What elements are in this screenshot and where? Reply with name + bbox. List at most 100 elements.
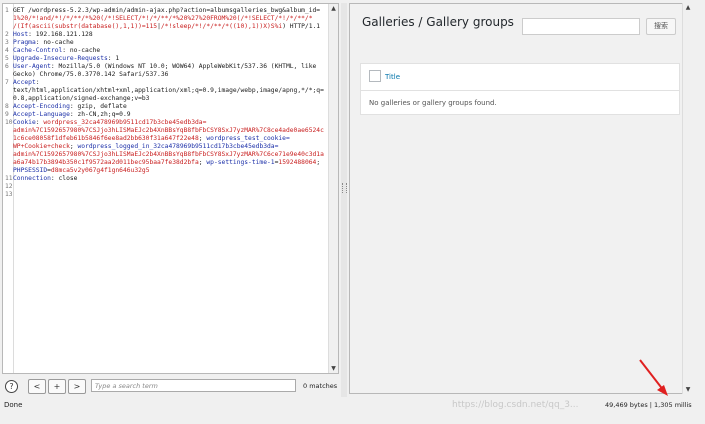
splitter-grip-icon[interactable] <box>342 183 347 193</box>
request-text-segment: admin%7C1592657980%7CSJjo3hLISMaEJc2b4Xn… <box>13 151 324 158</box>
request-text-segment: Connection <box>13 175 51 182</box>
request-line[interactable]: 6 User-Agent: Mozilla/5.0 (Windows NT 10.… <box>5 63 328 71</box>
request-text-segment: Accept-Language <box>13 111 70 118</box>
scroll-down-icon[interactable]: ▼ <box>330 365 337 372</box>
request-line[interactable]: 1 GET /wordpress-5.2.3/wp-admin/admin-aja… <box>5 7 328 15</box>
request-editor[interactable]: 1 GET /wordpress-5.2.3/wp-admin/admin-aja… <box>2 3 339 374</box>
request-text-segment: : close <box>50 175 78 182</box>
request-text-segment: Upgrade-Insecure-Requests <box>13 55 108 62</box>
empty-message: No galleries or gallery groups found. <box>369 99 497 107</box>
request-line[interactable]: a6a74b17b3894b350c1f9572aa2d011bec95baa7… <box>5 159 328 167</box>
line-number: 4 <box>5 47 9 54</box>
search-button[interactable]: 搜索 <box>646 18 676 35</box>
request-line[interactable]: 1c6ce08058f1dfeb61b5846f6ee8ad2bb630f31a… <box>5 135 328 143</box>
line-number: 12 <box>5 183 13 190</box>
request-text-segment: 1592488064 <box>278 159 317 166</box>
scroll-up-icon[interactable]: ▲ <box>684 4 692 11</box>
request-line[interactable]: 1%20/*!and/*!/*/**/*%20(/*!SELECT/*!/*/*… <box>5 15 328 23</box>
request-line[interactable]: 8 Accept-Encoding: gzip, deflate <box>5 103 328 111</box>
request-text-segment: Gecko) Chrome/75.0.3770.142 Safari/537.3… <box>13 71 169 78</box>
request-text-segment: Host <box>13 31 29 38</box>
response-size: 49,469 bytes | 1,305 millis <box>605 401 692 409</box>
request-text-segment: Accept-Encoding <box>13 103 70 110</box>
request-text-segment: : no-cache <box>35 39 74 46</box>
pane-splitter[interactable] <box>341 3 347 397</box>
request-text-segment: : 192.168.121.128 <box>28 31 93 38</box>
next-match-button[interactable]: > <box>68 379 86 394</box>
table-header: Title <box>361 64 679 91</box>
request-line[interactable]: 7 Accept: <box>5 79 328 87</box>
response-scrollbar[interactable]: ▲ ▼ <box>682 3 692 394</box>
request-line[interactable]: Gecko) Chrome/75.0.3770.142 Safari/537.3… <box>5 71 328 79</box>
add-button[interactable]: + <box>48 379 66 394</box>
request-text-segment: d8mca5v2y067g4f1gn646u32g5 <box>50 167 150 174</box>
request-text-segment: text/html,application/xhtml+xml,applicat… <box>13 87 324 94</box>
request-text-segment: a6a74b17b3894b350c1f9572aa2d011bec95baa7… <box>13 159 199 166</box>
line-number: 8 <box>5 103 9 110</box>
request-line[interactable]: 10Cookie: wordpress_32ca478969b9511cd17b… <box>5 119 328 127</box>
line-number: 3 <box>5 39 9 46</box>
line-number: 11 <box>5 175 13 182</box>
request-text-segment: wp-settings-time-1 <box>206 159 275 166</box>
request-line[interactable]: PHPSESSID=d8mca5v2y067g4f1gn646u32g5 <box>5 167 328 175</box>
line-number: 6 <box>5 63 9 70</box>
line-number: 7 <box>5 79 9 86</box>
line-number: 9 <box>5 111 9 118</box>
request-line[interactable]: 3 Pragma: no-cache <box>5 39 328 47</box>
search-input[interactable]: Type a search term <box>91 379 296 392</box>
request-line[interactable]: /(If(ascii(substr(database(),1,1))=115|/… <box>5 23 328 31</box>
request-line[interactable]: 2 Host: 192.168.121.128 <box>5 31 328 39</box>
gallery-search-input[interactable] <box>522 18 640 35</box>
request-line[interactable]: text/html,application/xhtml+xml,applicat… <box>5 87 328 95</box>
request-text-segment: Accept <box>13 79 36 86</box>
request-text-segment: : no-cache <box>62 47 101 54</box>
search-bar: ? < + > Type a search term 0 matches <box>2 377 339 397</box>
select-all-checkbox[interactable] <box>369 70 381 82</box>
request-line[interactable]: WP+Cookie+check; wordpress_logged_in_32c… <box>5 143 328 151</box>
request-line[interactable]: 13 <box>5 191 328 199</box>
request-line[interactable]: 4 Cache-Control: no-cache <box>5 47 328 55</box>
request-text-segment: 1%20/*!and/*!/*/**/*%20(/*!SELECT/*!/*/*… <box>13 15 313 22</box>
request-text-segment: /*!sleep/*!/*/**/*((10),1))X)S%i <box>160 23 283 30</box>
response-render-pane: Galleries / Gallery groups 搜索 Title No g… <box>349 3 692 394</box>
request-text-segment: Cookie <box>13 119 36 126</box>
request-line[interactable]: 5 Upgrade-Insecure-Requests: 1 <box>5 55 328 63</box>
title-column-header[interactable]: Title <box>385 73 400 81</box>
request-text-segment: WP+Cookie+check <box>13 143 70 150</box>
scroll-up-icon[interactable]: ▲ <box>330 5 337 12</box>
request-text-segment: wordpress_logged_in_32ca478969b9511cd17b… <box>77 143 279 150</box>
status-text: Done <box>4 401 23 409</box>
line-number: 1 <box>5 7 9 14</box>
request-line[interactable]: 12 <box>5 183 328 191</box>
request-text[interactable]: 1 GET /wordpress-5.2.3/wp-admin/admin-aja… <box>5 7 328 199</box>
line-number: 10 <box>5 119 13 126</box>
request-text-segment: 1c6ce08058f1dfeb61b5846f6ee8ad2bb630f31a… <box>13 135 199 142</box>
request-text-segment: User-Agent <box>13 63 51 70</box>
request-text-segment: ) HTTP/1.1 <box>282 23 321 30</box>
request-line[interactable]: 11Connection: close <box>5 175 328 183</box>
line-number: 2 <box>5 31 9 38</box>
line-number: 13 <box>5 191 13 198</box>
previous-match-button[interactable]: < <box>28 379 46 394</box>
help-button[interactable]: ? <box>5 380 18 393</box>
galleries-table: Title No galleries or gallery groups fou… <box>360 63 680 115</box>
request-text-segment: PHPSESSID <box>13 167 48 174</box>
request-text-segment: : zh-CN,zh;q=0.9 <box>69 111 131 118</box>
request-line[interactable]: 9 Accept-Language: zh-CN,zh;q=0.9 <box>5 111 328 119</box>
request-text-segment: ; <box>316 159 321 166</box>
request-text-segment: : <box>35 79 40 86</box>
request-text-segment: Pragma <box>13 39 36 46</box>
scroll-down-icon[interactable]: ▼ <box>684 386 692 393</box>
request-line[interactable]: admin%7C1592657980%7CSJjo3hLISMaEJc2b4Xn… <box>5 151 328 159</box>
request-line[interactable]: admin%7C1592657980%7CSJjo3hLISMaEJc2b4Xn… <box>5 127 328 135</box>
request-scrollbar[interactable]: ▲ ▼ <box>328 4 338 373</box>
request-text-segment: : 1 <box>107 55 120 62</box>
request-text-segment: admin%7C1592657980%7CSJjo3hLISMaEJc2b4Xn… <box>13 127 324 134</box>
request-text-segment: Cache-Control <box>13 47 63 54</box>
request-text-segment: wordpress_test_cookie= <box>206 135 290 142</box>
watermark: https://blog.csdn.net/qq_3... <box>452 400 579 410</box>
request-text-segment: 0.8,application/signed-exchange;v=b3 <box>13 95 150 102</box>
request-text-segment: /(If(ascii(substr(database(),1,1))=115 <box>13 23 158 30</box>
request-text-segment: : Mozilla/5.0 (Windows NT 10.0; WOW64) A… <box>50 63 317 70</box>
request-line[interactable]: 0.8,application/signed-exchange;v=b3 <box>5 95 328 103</box>
